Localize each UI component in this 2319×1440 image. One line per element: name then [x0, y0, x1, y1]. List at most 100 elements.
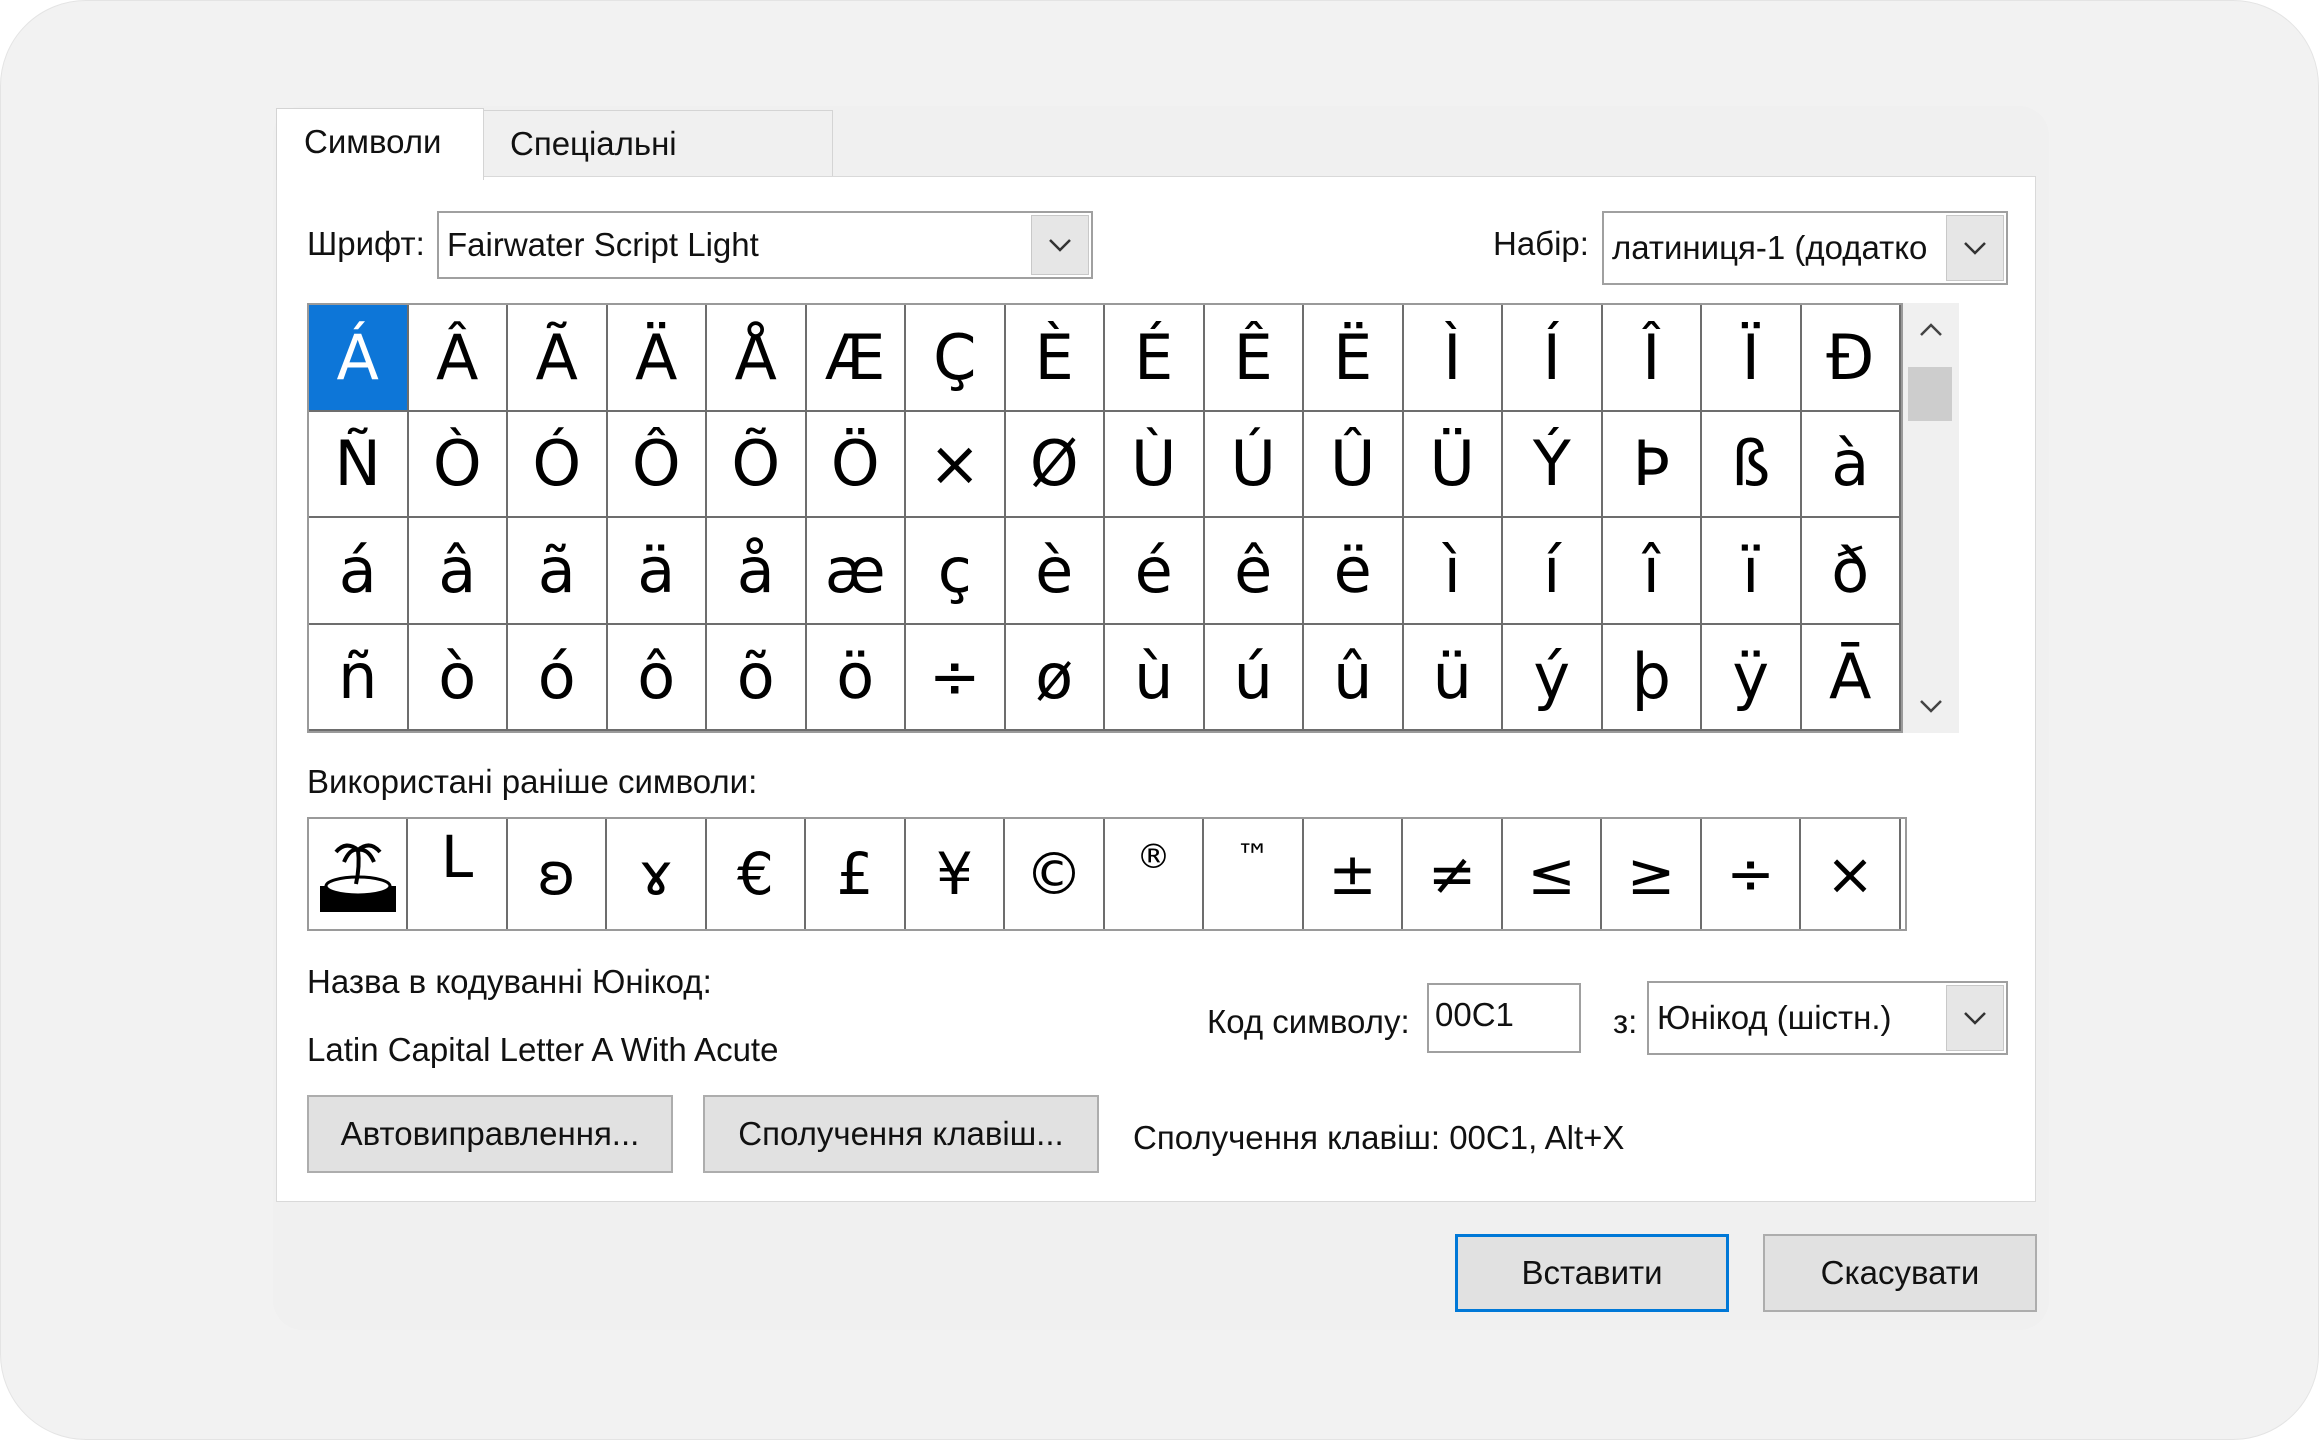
character-grid[interactable]: Á Â Ã Ä Å Æ Ç È É Ê Ë Ì Í Î Ï Ð Ñ Ò Ó Ô Õ Ö × Ø Ù Ú Û Ü Ý Þß à á â ã ä å æ ç è…: [307, 303, 1903, 733]
character-cell[interactable]: â: [408, 518, 508, 625]
character-cell[interactable]: ã: [508, 518, 608, 625]
character-cell[interactable]: ß: [1702, 411, 1802, 518]
character-cell[interactable]: Ý: [1503, 411, 1603, 518]
character-cell[interactable]: Á: [309, 305, 409, 412]
character-cell[interactable]: Ã: [508, 305, 608, 412]
character-cell[interactable]: ×: [906, 411, 1006, 518]
char-code-input[interactable]: 00C1: [1427, 983, 1581, 1053]
character-cell[interactable]: í: [1503, 518, 1603, 625]
character-cell[interactable]: ù: [1105, 624, 1205, 731]
shortcut-key-button[interactable]: Сполучення клавіш...: [703, 1095, 1099, 1173]
insert-button[interactable]: Вставити: [1455, 1234, 1729, 1312]
character-cell[interactable]: Ç: [906, 305, 1006, 412]
character-cell[interactable]: æ: [806, 518, 906, 625]
recent-symbol[interactable]: ¥: [906, 819, 1005, 929]
character-cell[interactable]: Ù: [1105, 411, 1205, 518]
scroll-down-icon[interactable]: [1919, 699, 1943, 713]
character-cell[interactable]: Ø: [1005, 411, 1105, 518]
recent-symbol[interactable]: ±: [1304, 819, 1403, 929]
character-cell[interactable]: Ê: [1204, 305, 1304, 412]
grid-scrollbar[interactable]: [1903, 303, 1959, 733]
character-cell[interactable]: Ā: [1801, 624, 1901, 731]
font-select[interactable]: Fairwater Script Light: [437, 211, 1093, 279]
character-cell[interactable]: Ü: [1403, 411, 1503, 518]
character-cell[interactable]: Ï: [1702, 305, 1802, 412]
character-cell[interactable]: Í: [1503, 305, 1603, 412]
recent-symbol[interactable]: ≥: [1603, 819, 1702, 929]
character-cell[interactable]: å: [707, 518, 807, 625]
character-cell[interactable]: ÿ: [1702, 624, 1802, 731]
recent-symbol[interactable]: L: [409, 819, 508, 929]
recent-symbol[interactable]: ®: [1105, 819, 1204, 929]
recent-symbol[interactable]: ™: [1205, 819, 1304, 929]
tab-symbols[interactable]: Символи: [276, 108, 484, 180]
shortcut-key-button-label: Сполучення клавіш...: [738, 1115, 1064, 1152]
recent-symbol[interactable]: £: [807, 819, 906, 929]
character-cell[interactable]: þ: [1602, 624, 1702, 731]
chevron-down-icon[interactable]: [1946, 985, 2004, 1051]
character-cell[interactable]: ø: [1005, 624, 1105, 731]
recent-symbol[interactable]: ©: [1006, 819, 1105, 929]
character-cell[interactable]: ä: [607, 518, 707, 625]
character-cell[interactable]: ë: [1304, 518, 1404, 625]
character-cell[interactable]: ó: [508, 624, 608, 731]
character-cell[interactable]: Ò: [408, 411, 508, 518]
character-cell[interactable]: ð: [1801, 518, 1901, 625]
character-cell[interactable]: Þ: [1602, 411, 1702, 518]
tab-special-characters[interactable]: Спеціальні символи: [483, 110, 833, 228]
recent-symbol[interactable]: ɤ: [608, 819, 707, 929]
recent-symbols-row[interactable]: Lʚ ɤ € £ ¥ © ® ™ ± ≠ ≤ ≥ ÷ ×: [307, 817, 1907, 931]
chevron-down-icon[interactable]: [1031, 215, 1089, 275]
recent-symbol[interactable]: ≤: [1503, 819, 1602, 929]
character-cell[interactable]: é: [1105, 518, 1205, 625]
character-cell[interactable]: Â: [408, 305, 508, 412]
character-cell[interactable]: ö: [806, 624, 906, 731]
recent-symbol[interactable]: ≠: [1404, 819, 1503, 929]
character-cell[interactable]: Ñ: [309, 411, 409, 518]
from-select[interactable]: Юнікод (шістн.): [1647, 981, 2008, 1055]
autocorrect-button[interactable]: Автовиправлення...: [307, 1095, 673, 1173]
character-cell[interactable]: ÷: [906, 624, 1006, 731]
scroll-thumb[interactable]: [1908, 367, 1952, 421]
character-cell[interactable]: Å: [707, 305, 807, 412]
character-cell[interactable]: á: [309, 518, 409, 625]
character-cell[interactable]: Ö: [806, 411, 906, 518]
character-cell[interactable]: Ë: [1304, 305, 1404, 412]
character-cell[interactable]: ç: [906, 518, 1006, 625]
character-cell[interactable]: à: [1801, 411, 1901, 518]
character-cell[interactable]: Î: [1602, 305, 1702, 412]
character-cell[interactable]: É: [1105, 305, 1205, 412]
character-cell[interactable]: Õ: [707, 411, 807, 518]
character-cell[interactable]: ô: [607, 624, 707, 731]
chevron-down-icon[interactable]: [1946, 215, 2004, 281]
character-cell[interactable]: ò: [408, 624, 508, 731]
character-cell[interactable]: î: [1602, 518, 1702, 625]
character-cell[interactable]: ú: [1204, 624, 1304, 731]
recent-symbol[interactable]: €: [707, 819, 806, 929]
island-icon[interactable]: [309, 819, 408, 929]
recent-symbol[interactable]: ×: [1802, 819, 1901, 929]
character-cell[interactable]: Ú: [1204, 411, 1304, 518]
character-cell[interactable]: õ: [707, 624, 807, 731]
character-cell[interactable]: Û: [1304, 411, 1404, 518]
character-cell[interactable]: è: [1005, 518, 1105, 625]
character-cell[interactable]: ê: [1204, 518, 1304, 625]
character-cell[interactable]: ï: [1702, 518, 1802, 625]
character-cell[interactable]: ì: [1403, 518, 1503, 625]
character-cell[interactable]: û: [1304, 624, 1404, 731]
character-cell[interactable]: Æ: [806, 305, 906, 412]
character-cell[interactable]: È: [1005, 305, 1105, 412]
character-cell[interactable]: Ô: [607, 411, 707, 518]
character-cell[interactable]: Ð: [1801, 305, 1901, 412]
character-cell[interactable]: Ó: [508, 411, 608, 518]
character-cell[interactable]: ñ: [309, 624, 409, 731]
scroll-up-icon[interactable]: [1919, 323, 1943, 337]
character-cell[interactable]: Ä: [607, 305, 707, 412]
character-cell[interactable]: ü: [1403, 624, 1503, 731]
recent-symbol[interactable]: ʚ: [508, 819, 607, 929]
recent-symbol[interactable]: ÷: [1702, 819, 1801, 929]
subset-select[interactable]: латиниця-1 (додатко: [1602, 211, 2008, 285]
cancel-button[interactable]: Скасувати: [1763, 1234, 2037, 1312]
character-cell[interactable]: ý: [1503, 624, 1603, 731]
character-cell[interactable]: Ì: [1403, 305, 1503, 412]
